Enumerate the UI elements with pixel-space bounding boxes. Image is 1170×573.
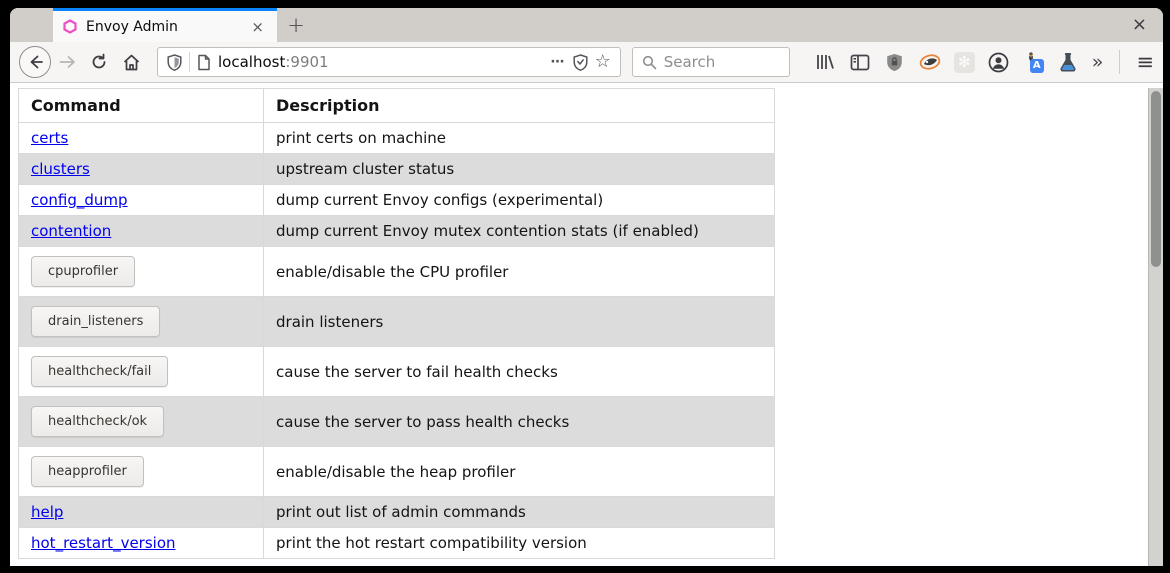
page-content: Command Description certs print certs on … xyxy=(10,88,1163,566)
command-link[interactable]: certs xyxy=(31,129,68,147)
library-icon[interactable] xyxy=(814,51,836,73)
bookmark-star-icon[interactable]: ☆ xyxy=(595,53,611,71)
command-cell: certs xyxy=(19,123,264,154)
page-actions-icon[interactable]: ⋯ xyxy=(551,54,566,70)
translate-badge-letter: A xyxy=(1030,59,1044,73)
scrollbar-thumb[interactable] xyxy=(1151,91,1161,267)
description-cell: cause the server to pass health checks xyxy=(264,397,775,447)
shield-check-icon[interactable] xyxy=(573,54,588,71)
search-bar[interactable] xyxy=(632,47,790,77)
table-row: hot_restart_version print the hot restart… xyxy=(19,528,775,559)
reload-icon xyxy=(90,53,108,71)
back-icon xyxy=(19,46,51,78)
search-input[interactable] xyxy=(664,53,780,71)
command-link[interactable]: config_dump xyxy=(31,191,128,209)
forward-button[interactable] xyxy=(51,46,83,78)
command-cell: contention xyxy=(19,216,264,247)
tracking-protection-shield-icon[interactable] xyxy=(167,54,182,71)
command-link[interactable]: clusters xyxy=(31,160,90,178)
table-row: contention dump current Envoy mutex conte… xyxy=(19,216,775,247)
search-icon xyxy=(642,55,657,70)
url-text: localhost:9901 xyxy=(218,53,329,71)
back-button[interactable] xyxy=(19,46,51,78)
table-header-row: Command Description xyxy=(19,89,775,123)
page-info-icon[interactable] xyxy=(197,54,211,71)
envoy-favicon-icon xyxy=(63,19,77,34)
tab-title: Envoy Admin xyxy=(86,19,239,35)
command-cell: drain_listeners xyxy=(19,297,264,347)
description-column-header: Description xyxy=(264,89,775,123)
urlbar-separator xyxy=(189,52,190,72)
command-button[interactable]: healthcheck/fail xyxy=(31,356,168,387)
flower-extension-icon[interactable]: ✻ xyxy=(954,52,975,73)
url-port: :9901 xyxy=(285,53,328,71)
command-cell: cpuprofiler xyxy=(19,247,264,297)
description-cell: enable/disable the CPU profiler xyxy=(264,247,775,297)
description-cell: drain listeners xyxy=(264,297,775,347)
command-button[interactable]: drain_listeners xyxy=(31,306,160,337)
desktop-background: { "colors": { "tab_accent_blue": "#0a84f… xyxy=(0,0,1170,573)
description-cell: upstream cluster status xyxy=(264,154,775,185)
description-cell: print the hot restart compatibility vers… xyxy=(264,528,775,559)
account-icon[interactable] xyxy=(988,51,1010,73)
table-row: config_dump dump current Envoy configs (e… xyxy=(19,185,775,216)
url-bar[interactable]: localhost:9901 ⋯ ☆ xyxy=(157,47,621,77)
tab-bar: Envoy Admin × + × xyxy=(10,8,1163,42)
command-cell: hot_restart_version xyxy=(19,528,264,559)
menu-icon[interactable]: ≡ xyxy=(1136,52,1154,73)
home-icon xyxy=(122,53,141,72)
forward-icon xyxy=(58,53,76,71)
description-cell: dump current Envoy configs (experimental… xyxy=(264,185,775,216)
toolbar-icon-cluster: ✻ 🕴 A » ≡ xyxy=(814,50,1154,74)
command-link[interactable]: hot_restart_version xyxy=(31,534,176,552)
reload-button[interactable] xyxy=(83,46,115,78)
description-cell: print out list of admin commands xyxy=(264,497,775,528)
fox-extension-icon[interactable] xyxy=(919,51,941,73)
table-row: help print out list of admin commands xyxy=(19,497,775,528)
command-cell: healthcheck/fail xyxy=(19,347,264,397)
command-table: Command Description certs print certs on … xyxy=(18,88,775,559)
command-table-body: certs print certs on machine clusters upstr… xyxy=(19,123,775,559)
command-cell: help xyxy=(19,497,264,528)
overflow-chevron-icon[interactable]: » xyxy=(1092,53,1104,72)
command-cell: healthcheck/ok xyxy=(19,397,264,447)
tab-envoy-admin[interactable]: Envoy Admin × xyxy=(53,8,277,42)
table-row: heapprofiler enable/disable the heap prof… xyxy=(19,447,775,497)
command-button[interactable]: cpuprofiler xyxy=(31,256,135,287)
command-link[interactable]: help xyxy=(31,503,63,521)
toolbar-separator xyxy=(1119,50,1120,74)
scrollbar[interactable] xyxy=(1148,88,1163,566)
command-cell: config_dump xyxy=(19,185,264,216)
table-row: drain_listeners drain listeners xyxy=(19,297,775,347)
table-row: healthcheck/ok cause the server to pass h… xyxy=(19,397,775,447)
command-button[interactable]: heapprofiler xyxy=(31,456,144,487)
table-row: certs print certs on machine xyxy=(19,123,775,154)
translate-extension-icon[interactable]: 🕴 A xyxy=(1023,52,1044,73)
tab-strip-spacer xyxy=(10,8,53,42)
command-cell: heapprofiler xyxy=(19,447,264,497)
url-host: localhost xyxy=(218,53,285,71)
description-cell: cause the server to fail health checks xyxy=(264,347,775,397)
command-button[interactable]: healthcheck/ok xyxy=(31,406,164,437)
flask-extension-icon[interactable] xyxy=(1057,51,1079,73)
navigation-toolbar: localhost:9901 ⋯ ☆ xyxy=(10,42,1163,83)
command-link[interactable]: contention xyxy=(31,222,111,240)
command-column-header: Command xyxy=(19,89,264,123)
shield-lock-extension-icon[interactable] xyxy=(884,51,906,73)
new-tab-button[interactable]: + xyxy=(277,8,315,42)
table-row: clusters upstream cluster status xyxy=(19,154,775,185)
description-cell: print certs on machine xyxy=(264,123,775,154)
description-cell: dump current Envoy mutex contention stat… xyxy=(264,216,775,247)
table-row: cpuprofiler enable/disable the CPU profil… xyxy=(19,247,775,297)
description-cell: enable/disable the heap profiler xyxy=(264,447,775,497)
browser-window: Envoy Admin × + × xyxy=(10,8,1163,566)
window-close-button[interactable]: × xyxy=(1132,16,1147,34)
home-button[interactable] xyxy=(115,46,147,78)
sidebar-toggle-icon[interactable] xyxy=(849,51,871,73)
command-cell: clusters xyxy=(19,154,264,185)
tab-close-button[interactable]: × xyxy=(248,18,267,36)
table-row: healthcheck/fail cause the server to fail… xyxy=(19,347,775,397)
